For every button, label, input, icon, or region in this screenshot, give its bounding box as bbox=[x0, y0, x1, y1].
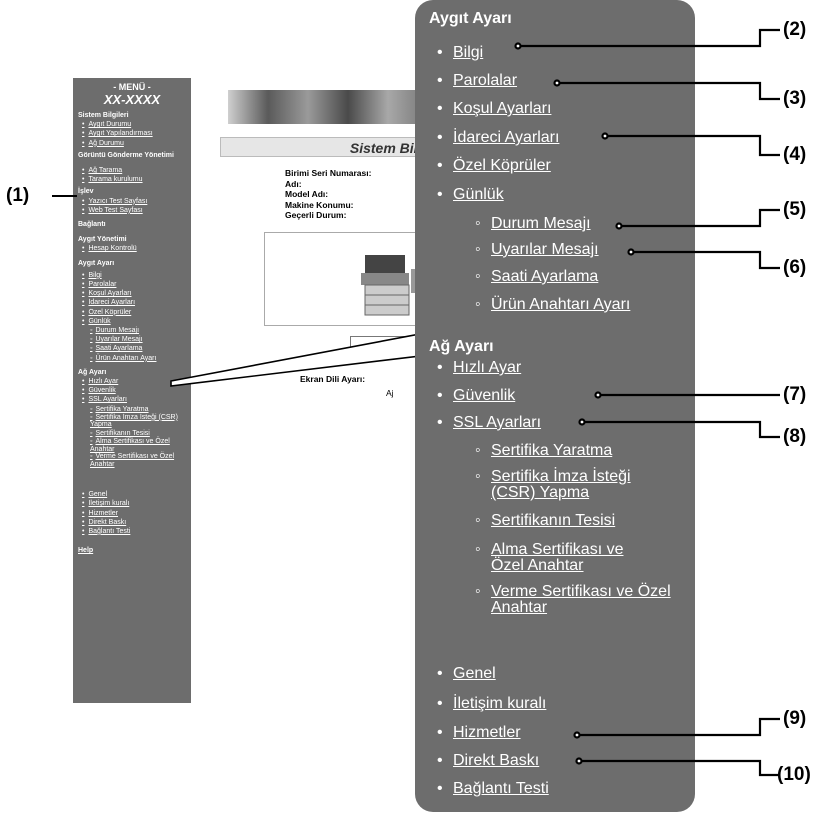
callout-2: (2) bbox=[783, 19, 807, 40]
callout-9: (9) bbox=[783, 708, 807, 729]
big-link-verme-sertifikasi[interactable]: Verme Sertifikası ve Özel Anahtar bbox=[475, 584, 671, 616]
big-link-alma-sertifikasi[interactable]: Alma Sertifikası ve Özel Anahtar bbox=[475, 542, 656, 574]
callout-6: (6) bbox=[783, 257, 807, 278]
big-link-durum-mesaji[interactable]: Durum Mesajı bbox=[475, 216, 591, 233]
big-link-bilgi[interactable]: Bilgi bbox=[437, 44, 483, 62]
big-link-kosul-ayarlari[interactable]: Koşul Ayarları bbox=[437, 100, 551, 118]
callout-8: (8) bbox=[783, 426, 807, 447]
big-link-ssl-ayarlari[interactable]: SSL Ayarları bbox=[437, 414, 541, 432]
callout-10: (10) bbox=[777, 764, 811, 785]
big-link-iletisim-kurali[interactable]: İletişim kuralı bbox=[437, 695, 546, 713]
big-link-idareci-ayarlari[interactable]: İdareci Ayarları bbox=[437, 129, 559, 147]
big-link-baglanti-testi[interactable]: Bağlantı Testi bbox=[437, 780, 549, 798]
big-title-ag-ayari: Ağ Ayarı bbox=[429, 338, 494, 355]
big-link-sertifikanin-tesisi[interactable]: Sertifikanın Tesisi bbox=[475, 513, 666, 530]
big-link-sertifika-yaratma[interactable]: Sertifika Yaratma bbox=[475, 443, 666, 460]
big-link-guvenlik[interactable]: Güvenlik bbox=[437, 387, 515, 405]
big-link-saati-ayarlama[interactable]: Saati Ayarlama bbox=[475, 269, 598, 286]
callout-4: (4) bbox=[783, 144, 807, 165]
big-link-genel[interactable]: Genel bbox=[437, 665, 496, 683]
big-title-aygit-ayari: Aygıt Ayarı bbox=[429, 10, 512, 27]
callout-1: (1) bbox=[6, 185, 30, 206]
big-link-hizli-ayar[interactable]: Hızlı Ayar bbox=[437, 359, 521, 377]
big-link-gunluk[interactable]: Günlük bbox=[437, 186, 504, 204]
callout-5: (5) bbox=[783, 199, 807, 220]
big-menu-panel: Aygıt Ayarı Bilgi Parolalar Koşul Ayarla… bbox=[415, 0, 695, 812]
big-link-uyarilar-mesaji[interactable]: Uyarılar Mesajı bbox=[475, 242, 599, 259]
big-link-parolalar[interactable]: Parolalar bbox=[437, 72, 517, 90]
callout-3: (3) bbox=[783, 88, 807, 109]
big-link-urun-anahtari[interactable]: Ürün Anahtarı Ayarı bbox=[475, 297, 630, 314]
callout-7: (7) bbox=[783, 384, 807, 405]
big-link-sertifika-imza[interactable]: Sertifika İmza İsteği (CSR) Yapma bbox=[475, 469, 671, 501]
big-link-direkt-baski[interactable]: Direkt Baskı bbox=[437, 752, 539, 770]
big-link-ozel-kopruler[interactable]: Özel Köprüler bbox=[437, 157, 551, 175]
big-link-hizmetler[interactable]: Hizmetler bbox=[437, 724, 520, 742]
